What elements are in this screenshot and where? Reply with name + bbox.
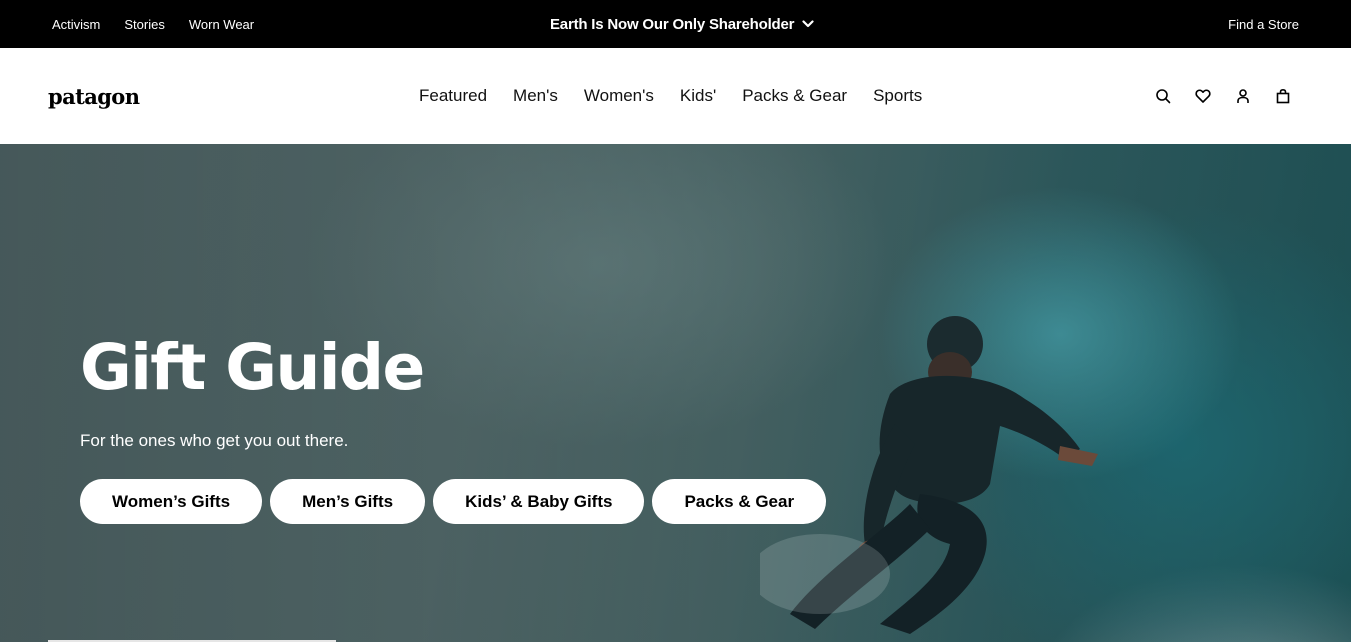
bag-icon[interactable] bbox=[1275, 88, 1291, 104]
account-icon[interactable] bbox=[1235, 88, 1251, 104]
hero-title: Gift Guide bbox=[80, 331, 425, 404]
main-nav: Featured Men's Women's Kids' Packs & Gea… bbox=[419, 48, 922, 144]
announcement-toggle[interactable]: Earth Is Now Our Only Shareholder bbox=[550, 0, 814, 48]
utility-link-worn-wear[interactable]: Worn Wear bbox=[189, 17, 254, 32]
hero-cta-group: Women’s Gifts Men’s Gifts Kids’ & Baby G… bbox=[80, 479, 827, 524]
site-header: patagon Featured Men's Women's Kids' Pac… bbox=[0, 48, 1351, 144]
chevron-down-icon bbox=[802, 20, 814, 28]
surfer-image bbox=[760, 316, 1098, 634]
hero-banner: Gift Guide For the ones who get you out … bbox=[0, 144, 1351, 642]
nav-item-kids[interactable]: Kids' bbox=[680, 86, 716, 106]
nav-item-sports[interactable]: Sports bbox=[873, 86, 922, 106]
utility-link-stories[interactable]: Stories bbox=[124, 17, 164, 32]
logo[interactable]: patagon bbox=[48, 84, 140, 109]
header-icons bbox=[1155, 48, 1291, 144]
nav-item-packs-gear[interactable]: Packs & Gear bbox=[742, 86, 847, 106]
nav-item-womens[interactable]: Women's bbox=[584, 86, 654, 106]
kids-baby-gifts-button[interactable]: Kids’ & Baby Gifts bbox=[433, 479, 645, 524]
heart-icon[interactable] bbox=[1195, 88, 1211, 104]
mens-gifts-button[interactable]: Men’s Gifts bbox=[270, 479, 426, 524]
womens-gifts-button[interactable]: Women’s Gifts bbox=[80, 479, 263, 524]
announcement-text: Earth Is Now Our Only Shareholder bbox=[550, 15, 795, 33]
find-store-link[interactable]: Find a Store bbox=[1228, 0, 1299, 48]
utility-link-activism[interactable]: Activism bbox=[52, 17, 100, 32]
utility-nav: Activism Stories Worn Wear bbox=[52, 0, 254, 48]
search-icon[interactable] bbox=[1155, 88, 1171, 104]
nav-item-featured[interactable]: Featured bbox=[419, 86, 487, 106]
packs-gear-button[interactable]: Packs & Gear bbox=[652, 479, 827, 524]
nav-item-mens[interactable]: Men's bbox=[513, 86, 558, 106]
hero-subtitle: For the ones who get you out there. bbox=[80, 431, 349, 450]
utility-bar: Activism Stories Worn Wear Earth Is Now … bbox=[0, 0, 1351, 48]
